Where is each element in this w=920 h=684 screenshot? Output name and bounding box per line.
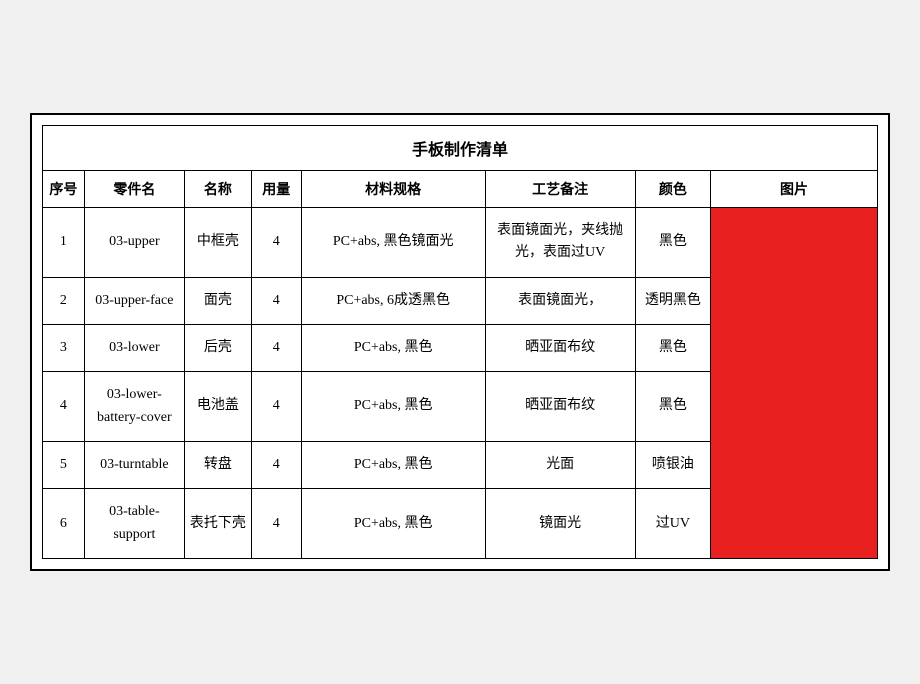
- cell-qty: 4: [251, 207, 301, 277]
- cell-seq: 3: [43, 324, 85, 371]
- cell-spec: PC+abs, 黑色: [301, 324, 485, 371]
- header-spec: 材料规格: [301, 170, 485, 207]
- cell-color: 黑色: [635, 372, 710, 442]
- cell-name: 电池盖: [184, 372, 251, 442]
- cell-name: 后壳: [184, 324, 251, 371]
- main-container: 手板制作清单 序号 零件名 名称 用量 材料规格 工艺备注 颜色 图片 103-…: [30, 113, 890, 572]
- cell-process: 镜面光: [485, 489, 635, 559]
- cell-name: 转盘: [184, 442, 251, 489]
- cell-process: 晒亚面布纹: [485, 372, 635, 442]
- cell-spec: PC+abs, 黑色: [301, 489, 485, 559]
- cell-part-id: 03-lower: [84, 324, 184, 371]
- cell-part-id: 03-upper-face: [84, 277, 184, 324]
- table-row: 103-upper中框壳4PC+abs, 黑色镜面光表面镜面光，夹线抛光，表面过…: [43, 207, 878, 277]
- header-image: 图片: [710, 170, 877, 207]
- cell-spec: PC+abs, 黑色: [301, 372, 485, 442]
- cell-qty: 4: [251, 324, 301, 371]
- cell-name: 面壳: [184, 277, 251, 324]
- cell-seq: 5: [43, 442, 85, 489]
- cell-qty: 4: [251, 372, 301, 442]
- cell-color: 黑色: [635, 207, 710, 277]
- header-color: 颜色: [635, 170, 710, 207]
- cell-process: 晒亚面布纹: [485, 324, 635, 371]
- cell-image: [710, 207, 877, 559]
- cell-qty: 4: [251, 489, 301, 559]
- cell-name: 中框壳: [184, 207, 251, 277]
- cell-spec: PC+abs, 黑色: [301, 442, 485, 489]
- cell-spec: PC+abs, 黑色镜面光: [301, 207, 485, 277]
- cell-part-id: 03-table-support: [84, 489, 184, 559]
- cell-qty: 4: [251, 277, 301, 324]
- header-process: 工艺备注: [485, 170, 635, 207]
- header-qty: 用量: [251, 170, 301, 207]
- cell-part-id: 03-turntable: [84, 442, 184, 489]
- cell-spec: PC+abs, 6成透黑色: [301, 277, 485, 324]
- header-name: 名称: [184, 170, 251, 207]
- cell-color: 透明黑色: [635, 277, 710, 324]
- cell-qty: 4: [251, 442, 301, 489]
- header-row: 序号 零件名 名称 用量 材料规格 工艺备注 颜色 图片: [43, 170, 878, 207]
- cell-part-id: 03-lower-battery-cover: [84, 372, 184, 442]
- cell-process: 表面镜面光，: [485, 277, 635, 324]
- cell-name: 表托下壳: [184, 489, 251, 559]
- table-title: 手板制作清单: [42, 125, 878, 170]
- cell-process: 光面: [485, 442, 635, 489]
- cell-color: 黑色: [635, 324, 710, 371]
- cell-process: 表面镜面光，夹线抛光，表面过UV: [485, 207, 635, 277]
- cell-seq: 4: [43, 372, 85, 442]
- cell-color: 喷银油: [635, 442, 710, 489]
- header-part-id: 零件名: [84, 170, 184, 207]
- cell-color: 过UV: [635, 489, 710, 559]
- cell-seq: 2: [43, 277, 85, 324]
- header-seq: 序号: [43, 170, 85, 207]
- cell-seq: 1: [43, 207, 85, 277]
- parts-table: 序号 零件名 名称 用量 材料规格 工艺备注 颜色 图片 103-upper中框…: [42, 170, 878, 560]
- cell-seq: 6: [43, 489, 85, 559]
- cell-part-id: 03-upper: [84, 207, 184, 277]
